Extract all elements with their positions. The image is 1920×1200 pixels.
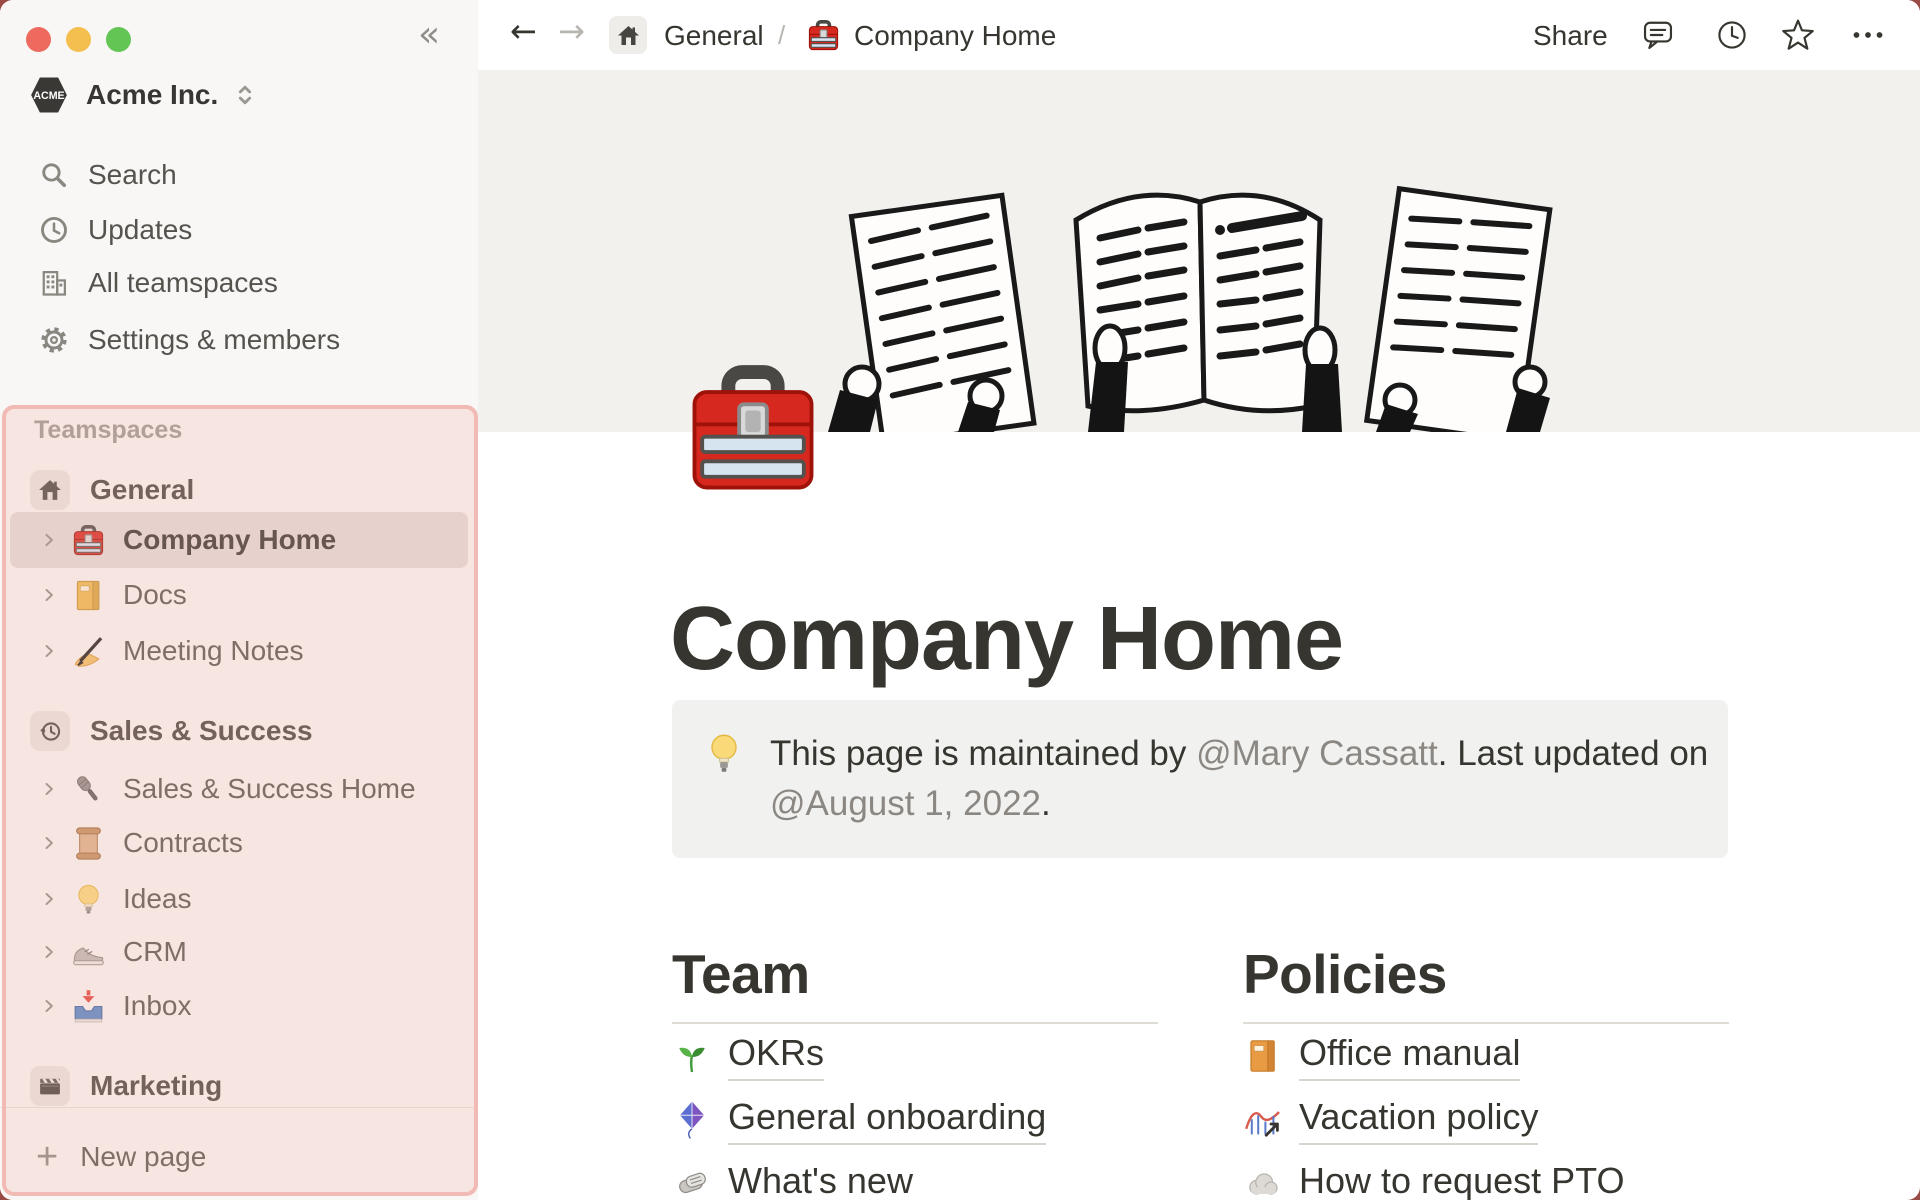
sidebar-item-settings-members[interactable]: Settings & members [0,313,478,367]
writing-hand-icon [70,633,107,670]
sidebar: ACME Acme Inc. Search Updates All teamsp… [0,0,478,1200]
sidebar-divider [0,1107,478,1108]
sidebar-teamspace-marketing[interactable]: Marketing [0,1059,478,1113]
chevron-right-icon[interactable] [40,890,58,908]
more-options-icon[interactable] [1850,17,1886,53]
chevron-right-icon[interactable] [40,780,58,798]
back-arrow-icon[interactable]: ← [510,12,537,50]
orange-book-icon [1243,1036,1283,1076]
workspace-name: Acme Inc. [86,79,219,110]
chevron-right-icon[interactable] [40,642,58,660]
svg-text:ACME: ACME [33,90,64,102]
roller-coaster-icon [1243,1100,1283,1140]
workspace-switcher[interactable]: ACME Acme Inc. [0,68,478,122]
teamspaces-section-label: Teamspaces [34,416,183,444]
gear-icon [38,324,70,356]
policies-column: Policies Office manual Vacation policy H… [1243,942,1729,1200]
house-icon [30,470,70,510]
team-column: Team OKRs General onboarding What's new [672,942,1158,1200]
house-icon [609,16,647,54]
microphone-icon [70,771,107,808]
breadcrumb-company-home[interactable]: Company Home [854,20,1056,52]
chevron-updown-icon [232,82,258,108]
share-button[interactable]: Share [1533,20,1608,52]
history-clock-icon [30,711,70,751]
sidebar-teamspace-sales-success[interactable]: Sales & Success [0,704,478,758]
sidebar-item-docs[interactable]: Docs [0,568,478,622]
building-icon [38,267,70,299]
page-link-general-onboarding[interactable]: General onboarding [672,1088,1158,1152]
clock-icon [38,214,70,246]
sidebar-item-company-home[interactable]: Company Home [0,513,478,567]
seedling-icon [672,1036,712,1076]
toolbox-icon [70,522,107,559]
page-icon-toolbox[interactable] [676,352,830,506]
collapse-sidebar-icon[interactable]: « [418,14,440,55]
forward-arrow-icon[interactable]: → [558,12,585,50]
history-icon[interactable] [1714,17,1750,53]
close-window-button[interactable] [26,27,51,52]
clapperboard-icon [30,1066,70,1106]
sneaker-icon [70,934,107,971]
chevron-right-icon[interactable] [40,834,58,852]
star-icon[interactable] [1780,17,1816,53]
zoom-window-button[interactable] [106,27,131,52]
page-link-office-manual[interactable]: Office manual [1243,1024,1729,1088]
team-heading: Team [672,943,810,1005]
sidebar-teamspace-general[interactable]: General [0,463,478,517]
callout-block[interactable]: This page is maintained by @Mary Cassatt… [672,700,1728,858]
lightbulb-icon [70,881,107,918]
sidebar-item-contracts[interactable]: Contracts [0,816,478,870]
sidebar-item-search[interactable]: Search [0,148,478,202]
sidebar-item-updates[interactable]: Updates [0,203,478,257]
chevron-right-icon[interactable] [40,943,58,961]
page-link-vacation-policy[interactable]: Vacation policy [1243,1088,1729,1152]
acme-logo-icon: ACME [30,76,68,114]
breadcrumb-general[interactable]: General [664,20,764,52]
lightbulb-icon [700,730,748,778]
app-window: ACME Acme Inc. Search Updates All teamsp… [0,0,1920,1200]
new-page-button[interactable]: + New page [0,1130,478,1184]
page-link-whats-new[interactable]: What's new [672,1152,1158,1200]
sidebar-item-crm[interactable]: CRM [0,925,478,979]
toolbox-icon [805,17,842,54]
kite-icon [672,1100,712,1140]
page-link-okrs[interactable]: OKRs [672,1024,1158,1088]
chevron-right-icon[interactable] [40,531,58,549]
mention-august-1-2022[interactable]: @August 1, 2022 [770,784,1041,823]
cloud-icon [1243,1164,1283,1200]
sidebar-item-inbox[interactable]: Inbox [0,979,478,1033]
inbox-tray-icon [70,988,107,1025]
mention-mary-cassatt[interactable]: @Mary Cassatt [1196,734,1438,773]
newspaper-roll-icon [672,1164,712,1200]
scroll-icon [70,825,107,862]
policies-heading: Policies [1243,943,1447,1005]
sidebar-item-all-teamspaces[interactable]: All teamspaces [0,256,478,310]
plus-icon: + [36,1135,59,1178]
chevron-right-icon[interactable] [40,586,58,604]
callout-text: This page is maintained by @Mary Cassatt… [770,734,1709,823]
chevron-right-icon[interactable] [40,997,58,1015]
sidebar-item-ideas[interactable]: Ideas [0,872,478,926]
topbar: ← → General / Company Home Share [478,0,1920,70]
page-title[interactable]: Company Home [670,588,1344,691]
page-link-how-to-request-pto[interactable]: How to request PTO [1243,1152,1729,1200]
breadcrumb-separator: / [778,20,786,50]
sidebar-item-sales-success-home[interactable]: Sales & Success Home [0,762,478,816]
sidebar-item-meeting-notes[interactable]: Meeting Notes [0,624,478,678]
comment-icon[interactable] [1640,17,1676,53]
notebook-icon [70,577,107,614]
minimize-window-button[interactable] [66,27,91,52]
search-icon [38,159,70,191]
